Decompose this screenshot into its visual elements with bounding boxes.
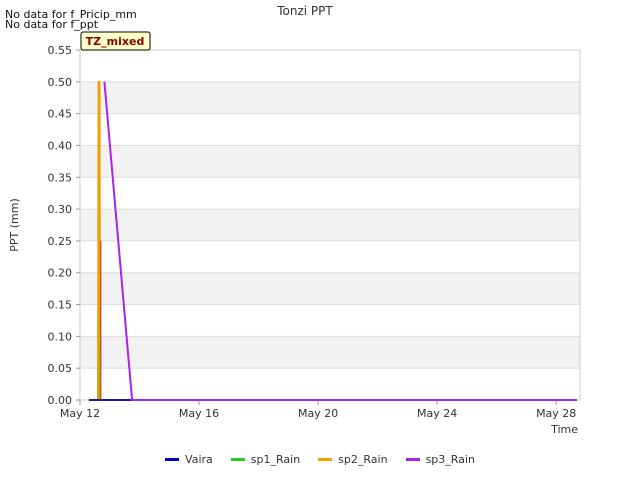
y-tick-label: 0.10 [48, 330, 73, 343]
legend-swatch [405, 458, 420, 461]
plot-bands [80, 81, 580, 369]
y-tick-label: 0.35 [48, 171, 73, 184]
grid-band [80, 145, 580, 178]
legend-item-sp1-rain[interactable]: sp1_Rain [230, 453, 301, 466]
y-tick-label: 0.20 [48, 267, 73, 280]
x-tick-label: May 28 [536, 407, 576, 420]
grid-band [80, 81, 580, 114]
site-badge: TZ_mixed [80, 31, 151, 51]
chart-stage: No data for f_Pricip_mm No data for f_pp… [0, 0, 640, 480]
ppt-chart: 0.00 0.05 0.10 0.15 0.20 0.25 0.30 0.35 0.40 0.45… [8, 4, 581, 436]
y-tick-label: 0.40 [48, 139, 73, 152]
legend-item-sp3-rain[interactable]: sp3_Rain [405, 453, 475, 466]
legend-label: sp1_Rain [250, 453, 301, 466]
legend-swatch [165, 458, 180, 461]
grid-band [80, 209, 580, 241]
x-tick-label: May 16 [179, 407, 219, 420]
y-tick-label: 0.00 [48, 394, 73, 407]
y-axis: 0.00 0.05 0.10 0.15 0.20 0.25 0.30 0.35 0.40 0.45… [48, 44, 80, 407]
badge-text: TZ_mixed [86, 35, 145, 48]
legend-swatch [230, 458, 245, 461]
x-axis: May 12 May 16 May 20 May 24 May 28 [60, 400, 576, 420]
legend-swatch [318, 458, 333, 461]
grid-band [80, 336, 580, 369]
x-tick-label: May 20 [298, 407, 338, 420]
x-axis-label: Time [550, 423, 578, 436]
y-tick-label: 0.30 [48, 203, 73, 216]
legend: Vaira sp1_Rain sp2_Rain sp3_Rain [0, 453, 640, 466]
y-tick-label: 0.50 [48, 76, 73, 89]
y-tick-label: 0.45 [48, 108, 73, 121]
y-axis-label: PPT (mm) [8, 198, 21, 252]
x-tick-label: May 24 [417, 407, 457, 420]
legend-label: sp2_Rain [338, 453, 388, 466]
legend-item-vaira[interactable]: Vaira [165, 453, 213, 466]
legend-label: sp3_Rain [425, 453, 475, 466]
legend-item-sp2-rain[interactable]: sp2_Rain [318, 453, 388, 466]
y-tick-label: 0.15 [48, 299, 73, 312]
y-tick-label: 0.55 [48, 44, 73, 57]
legend-label: Vaira [185, 453, 213, 466]
x-tick-label: May 12 [60, 407, 100, 420]
y-tick-label: 0.05 [48, 362, 73, 375]
chart-title: Tonzi PPT [276, 4, 333, 18]
series-line-sp1-rain [96, 239, 577, 401]
grid-band [80, 272, 580, 305]
y-tick-label: 0.25 [48, 235, 73, 248]
